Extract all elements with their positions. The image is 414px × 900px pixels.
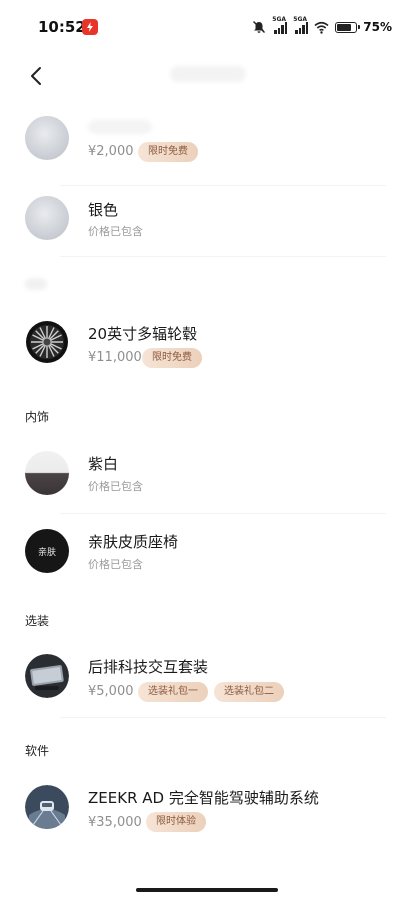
item-name-obscured — [88, 120, 152, 134]
item-price: ¥5,000 — [88, 684, 134, 699]
wheel-rim-thumb — [26, 321, 68, 363]
section-title-options: 选装 — [25, 614, 50, 628]
section-title-software: 软件 — [25, 744, 50, 758]
signal-icon-2: 5GA — [293, 16, 309, 34]
signal-tag: 5GA — [272, 16, 287, 23]
item-name: ZEEKR AD 完全智能驾驶辅助系统 — [88, 789, 319, 807]
battery-text: 75% — [363, 20, 392, 34]
item-name: 后排科技交互套装 — [88, 658, 209, 676]
status-bar: 10:52 5GA 5GA 75% — [0, 0, 414, 56]
screen: 10:52 5GA 5GA 75% ¥2,000 限时免费 银色 价格已包含 2… — [0, 0, 414, 900]
divider — [60, 256, 386, 257]
chevron-left-icon — [31, 67, 41, 85]
seat-material-thumb: 亲肤 — [25, 529, 69, 573]
app-notification-icon — [82, 19, 98, 35]
home-indicator[interactable] — [136, 888, 278, 892]
item-name: 20英寸多辐轮毂 — [88, 325, 198, 343]
rear-tech-pack-thumb — [25, 654, 69, 698]
status-time: 10:52 — [38, 18, 86, 36]
list-item-option-1[interactable]: 后排科技交互套装 ¥5,000 选装礼包一 选装礼包二 — [0, 652, 414, 714]
paint-swatch-thumb — [25, 116, 69, 160]
section-title-interior: 内饰 — [25, 410, 50, 424]
option-pack-badge-1: 选装礼包一 — [138, 682, 208, 702]
interior-swatch-thumb — [25, 451, 69, 495]
item-price: ¥2,000 — [88, 144, 134, 159]
divider — [60, 717, 386, 718]
item-included-text: 价格已包含 — [88, 480, 143, 493]
list-item-software-1[interactable]: ZEEKR AD 完全智能驾驶辅助系统 ¥35,000 限时体验 — [0, 782, 414, 844]
item-price: ¥11,000 — [88, 350, 142, 365]
item-name: 银色 — [88, 201, 119, 219]
trial-badge: 限时体验 — [146, 812, 206, 832]
signal-tag-2: 5GA — [293, 16, 308, 23]
item-name: 亲肤皮质座椅 — [88, 533, 179, 551]
mute-bell-icon — [253, 21, 266, 33]
item-price: ¥35,000 — [88, 815, 142, 830]
zeekr-ad-thumb — [25, 785, 69, 829]
signal-icon: 5GA — [272, 16, 288, 34]
status-icons: 5GA 5GA 75% — [252, 16, 392, 36]
list-item-paint-2[interactable]: 银色 价格已包含 — [0, 193, 414, 253]
wifi-icon — [314, 21, 329, 34]
promo-badge: 限时免费 — [138, 142, 198, 162]
divider — [60, 513, 386, 514]
list-item-paint-1[interactable]: ¥2,000 限时免费 — [0, 112, 414, 172]
section-label-obscured — [25, 278, 47, 290]
item-included-text: 价格已包含 — [88, 558, 143, 571]
list-item-wheel[interactable]: 20英寸多辐轮毂 ¥11,000 限时免费 — [0, 318, 414, 378]
promo-badge: 限时免费 — [142, 348, 202, 368]
back-button[interactable] — [22, 62, 50, 90]
item-name: 紫白 — [88, 455, 119, 473]
page-title-obscured — [170, 66, 246, 82]
list-item-interior-2[interactable]: 亲肤 亲肤皮质座椅 价格已包含 — [0, 526, 414, 586]
battery-icon — [335, 21, 361, 33]
list-item-interior-1[interactable]: 紫白 价格已包含 — [0, 448, 414, 508]
option-pack-badge-2: 选装礼包二 — [214, 682, 284, 702]
paint-swatch-thumb — [25, 196, 69, 240]
item-included-text: 价格已包含 — [88, 225, 143, 238]
divider — [60, 185, 386, 186]
